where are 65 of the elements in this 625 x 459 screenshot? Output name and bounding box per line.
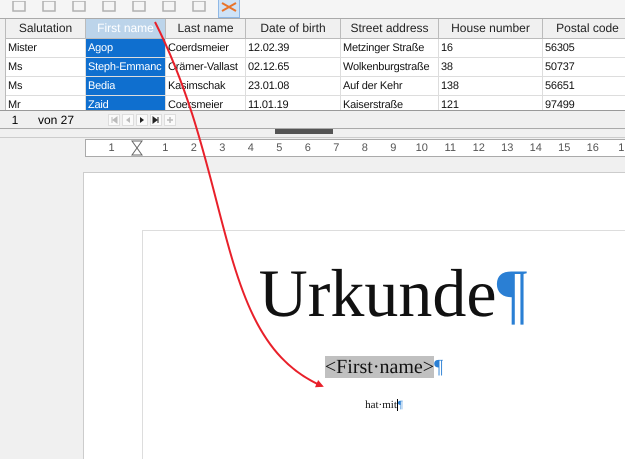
ruler-number: 1 xyxy=(161,142,170,154)
ruler-number: 6 xyxy=(304,142,312,154)
table-cell: Bedia xyxy=(86,77,166,96)
table-cell: 56651 xyxy=(543,77,625,96)
column-header[interactable]: Salutation xyxy=(6,19,86,39)
ruler-number: 7 xyxy=(332,142,340,154)
toolbar-icon xyxy=(71,1,87,13)
column-header[interactable]: Postal code xyxy=(543,19,625,39)
document-title: Urkunde xyxy=(258,255,497,331)
ruler-number: 1 xyxy=(617,142,625,154)
table-cell: 50737 xyxy=(543,58,625,77)
ruler-number: 3 xyxy=(218,142,226,154)
ruler-number: 8 xyxy=(360,142,369,154)
indent-marker-icon[interactable] xyxy=(131,140,143,156)
toolbar-button[interactable] xyxy=(218,0,240,18)
toolbar-icon xyxy=(11,1,27,13)
paragraph-mark: ¶ xyxy=(398,399,403,411)
ruler-number: 10 xyxy=(414,142,429,154)
record-count: von 27 xyxy=(37,112,76,126)
table-cell: 02.12.65 xyxy=(246,58,341,77)
toolbar-icon xyxy=(41,1,57,13)
column-header[interactable]: Date of birth xyxy=(246,19,341,39)
splitter-handle[interactable] xyxy=(275,129,333,134)
column-header[interactable]: Street address xyxy=(341,19,439,39)
column-header[interactable]: Last name xyxy=(166,19,246,39)
table-cell: 23.01.08 xyxy=(246,77,341,96)
row-header[interactable] xyxy=(0,96,6,110)
first-record-icon[interactable] xyxy=(108,114,120,126)
toolbar-icon xyxy=(101,1,117,13)
paragraph-mark: ¶ xyxy=(434,356,444,378)
ruler-number: 14 xyxy=(528,142,543,154)
table-cell: 38 xyxy=(439,58,543,77)
ruler[interactable]: 1 1 2 3 4 5 6 7 8 9 10 11 12 13 14 15 16 1 xyxy=(85,139,625,157)
ruler-number: 13 xyxy=(500,142,514,154)
ruler-number: 11 xyxy=(444,142,457,154)
toolbar-icon xyxy=(191,1,207,13)
body-text: hat·mit xyxy=(365,399,397,411)
ruler-number: 2 xyxy=(190,142,198,154)
last-record-icon[interactable] xyxy=(150,114,162,126)
table-cell: Steph-Emmanc xyxy=(86,58,166,77)
table-cell: 12.02.39 xyxy=(246,39,341,58)
table-cell: 138 xyxy=(439,77,543,96)
ruler-number: 1 xyxy=(107,142,116,154)
table-cell: Agop xyxy=(86,39,166,58)
table-cell: Metzinger Straße xyxy=(341,39,439,58)
toolbar-icon xyxy=(161,1,177,13)
column-header[interactable]: House number xyxy=(439,19,543,39)
ruler-number: 12 xyxy=(472,142,486,154)
ruler-number: 15 xyxy=(557,142,572,154)
next-record-icon[interactable] xyxy=(136,114,148,126)
mail-merge-field[interactable]: <First·name> xyxy=(324,356,434,378)
table-cell: 16 xyxy=(439,39,543,58)
row-header[interactable] xyxy=(0,19,6,39)
paragraph-mark: ¶ xyxy=(496,255,528,331)
table-cell: Wolkenburgstraße xyxy=(341,58,439,77)
toolbar-icon xyxy=(131,1,147,13)
table-cell: Auf der Kehr xyxy=(341,77,439,96)
ruler-number: 5 xyxy=(275,142,284,154)
table-cell: Zaid xyxy=(86,96,166,110)
record-number-field[interactable]: 1 xyxy=(0,112,30,126)
ruler-number: 4 xyxy=(246,142,255,154)
ruler-number: 16 xyxy=(586,142,600,154)
table-cell: Coerdsmeier xyxy=(166,39,246,58)
table-cell: 56305 xyxy=(543,39,625,58)
ruler-number: 9 xyxy=(389,142,398,154)
